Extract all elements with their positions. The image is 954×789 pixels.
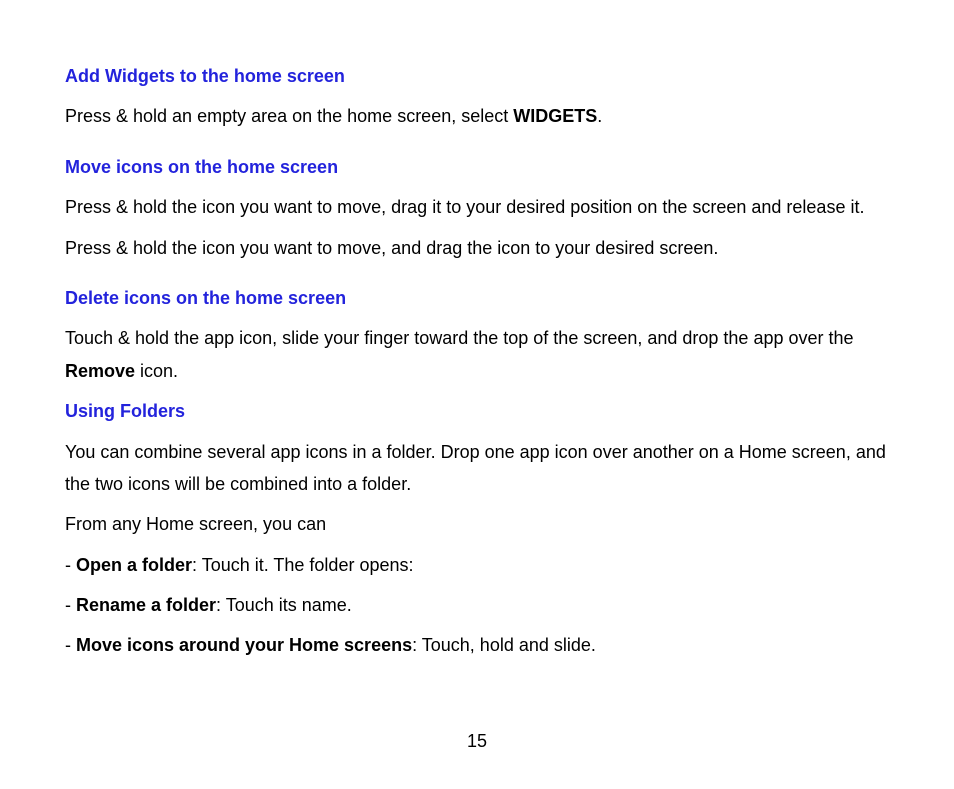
paragraph: Press & hold the icon you want to move, … — [65, 191, 889, 223]
bold-text: Rename a folder — [76, 595, 216, 615]
paragraph: Press & hold an empty area on the home s… — [65, 100, 889, 132]
bold-text: WIDGETS — [513, 106, 597, 126]
heading-add-widgets: Add Widgets to the home screen — [65, 60, 889, 92]
page-number: 15 — [0, 725, 954, 757]
paragraph: Touch & hold the app icon, slide your fi… — [65, 322, 889, 387]
list-item: - Move icons around your Home screens: T… — [65, 629, 889, 661]
heading-using-folders: Using Folders — [65, 395, 889, 427]
text: : Touch it. The folder opens: — [192, 555, 413, 575]
text: - — [65, 555, 76, 575]
heading-move-icons: Move icons on the home screen — [65, 151, 889, 183]
bold-text: Open a folder — [76, 555, 192, 575]
bold-text: Move icons around your Home screens — [76, 635, 412, 655]
text: icon. — [135, 361, 178, 381]
list-item: - Open a folder: Touch it. The folder op… — [65, 549, 889, 581]
paragraph: You can combine several app icons in a f… — [65, 436, 889, 501]
bold-text: Remove — [65, 361, 135, 381]
text: Press & hold an empty area on the home s… — [65, 106, 513, 126]
text: Touch & hold the app icon, slide your fi… — [65, 328, 854, 348]
document-page: Add Widgets to the home screen Press & h… — [0, 0, 954, 789]
paragraph: From any Home screen, you can — [65, 508, 889, 540]
text: - — [65, 635, 76, 655]
text: - — [65, 595, 76, 615]
heading-delete-icons: Delete icons on the home screen — [65, 282, 889, 314]
text: : Touch its name. — [216, 595, 352, 615]
text: : Touch, hold and slide. — [412, 635, 596, 655]
list-item: - Rename a folder: Touch its name. — [65, 589, 889, 621]
text: . — [597, 106, 602, 126]
paragraph: Press & hold the icon you want to move, … — [65, 232, 889, 264]
